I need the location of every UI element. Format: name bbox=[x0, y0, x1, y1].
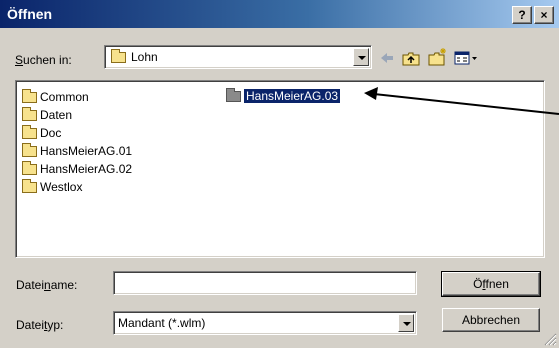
list-item[interactable]: HansMeierAG.01 bbox=[22, 143, 132, 159]
folder-icon bbox=[22, 125, 37, 140]
new-folder-icon[interactable] bbox=[428, 47, 448, 66]
resize-grip-icon[interactable] bbox=[544, 333, 557, 346]
close-button[interactable]: × bbox=[534, 6, 554, 24]
folder-icon bbox=[22, 143, 37, 158]
folder-icon bbox=[22, 179, 37, 194]
folder-icon bbox=[22, 161, 37, 176]
back-arrow-icon[interactable] bbox=[379, 51, 395, 65]
list-item[interactable]: Common bbox=[22, 89, 89, 105]
open-button[interactable]: Öffnen bbox=[441, 271, 541, 297]
folder-icon bbox=[22, 89, 37, 104]
folder-icon bbox=[111, 49, 126, 63]
help-button[interactable]: ? bbox=[512, 6, 532, 24]
window-title: Öffnen bbox=[7, 6, 53, 22]
lookin-value: Lohn bbox=[131, 50, 158, 64]
list-item-selected[interactable]: HansMeierAG.03 bbox=[226, 88, 342, 104]
lookin-label: Suchen in: bbox=[15, 53, 72, 67]
lookin-dropdown-button[interactable] bbox=[353, 48, 369, 66]
view-menu-icon[interactable] bbox=[454, 51, 478, 66]
folder-icon bbox=[226, 88, 241, 103]
list-item[interactable]: Doc bbox=[22, 125, 61, 141]
lookin-combo[interactable]: Lohn bbox=[104, 45, 372, 69]
annotation-arrow bbox=[364, 87, 559, 115]
folder-icon bbox=[22, 107, 37, 122]
title-bar[interactable]: Öffnen ? × bbox=[0, 0, 559, 28]
filetype-label: Dateityp: bbox=[16, 318, 64, 332]
up-folder-icon[interactable] bbox=[402, 51, 420, 66]
list-item[interactable]: Westlox bbox=[22, 179, 82, 195]
list-item[interactable]: Daten bbox=[22, 107, 72, 123]
filetype-dropdown-button[interactable] bbox=[398, 314, 414, 332]
cancel-button[interactable]: Abbrechen bbox=[442, 308, 540, 332]
filetype-combo[interactable]: Mandant (*.wlm) bbox=[113, 311, 417, 335]
filetype-value: Mandant (*.wlm) bbox=[118, 316, 206, 330]
list-item[interactable]: HansMeierAG.02 bbox=[22, 161, 132, 177]
filename-label: Dateiname: bbox=[16, 278, 78, 292]
filename-input[interactable] bbox=[113, 271, 417, 295]
